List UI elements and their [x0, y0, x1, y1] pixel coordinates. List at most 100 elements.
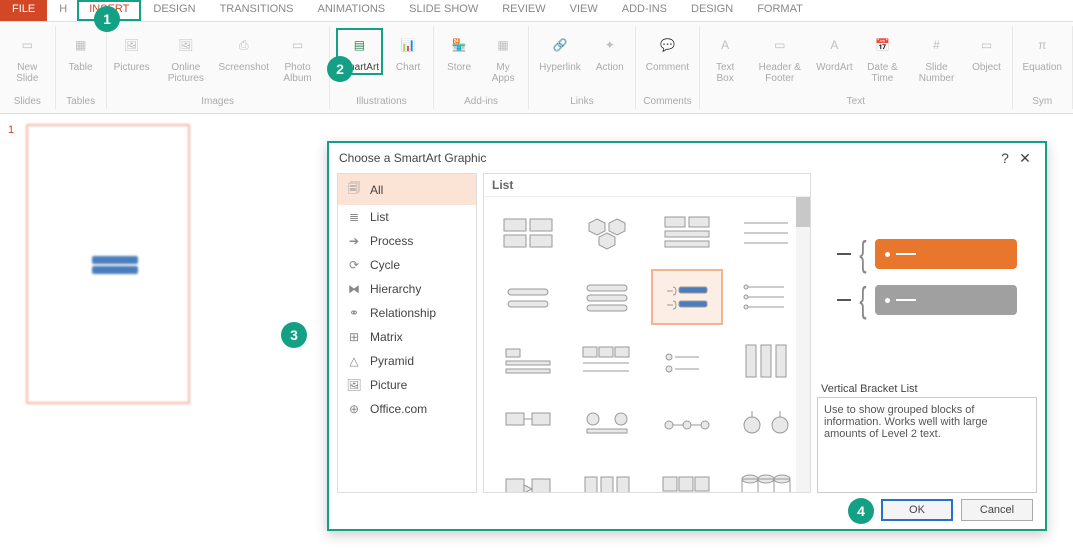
office-icon: ⊕ [346, 402, 362, 416]
process-icon: ➔ [346, 234, 362, 248]
photo-album-button[interactable]: ▭Photo Album [273, 28, 323, 86]
ok-button[interactable]: OK [881, 499, 953, 521]
screenshot-button[interactable]: ⎙Screenshot [221, 28, 267, 75]
smartart-icon: ▤ [344, 30, 374, 60]
pictures-button[interactable]: 🖼Pictures [113, 28, 151, 75]
tab-view[interactable]: VIEW [558, 0, 610, 21]
gallery-item[interactable] [731, 397, 803, 453]
category-relationship[interactable]: ⚭Relationship [338, 301, 476, 325]
callout-2: 2 [327, 56, 353, 82]
gallery-item-selected[interactable] [651, 269, 723, 325]
new-slide-button[interactable]: ▭New Slide [6, 28, 49, 86]
help-button[interactable]: ? [995, 150, 1015, 166]
myapps-button[interactable]: ▦My Apps [484, 28, 522, 86]
tab-format[interactable]: FORMAT [745, 0, 815, 21]
store-icon: 🏪 [444, 30, 474, 60]
gallery-item[interactable] [731, 333, 803, 389]
scrollbar-thumb[interactable] [796, 197, 810, 227]
preview-panel: { { Vertical Bracket List Use to show gr… [817, 173, 1037, 493]
table-button[interactable]: ▦Table [62, 28, 100, 75]
smartart-dialog: Choose a SmartArt Graphic ? ✕ 🗐All ≣List… [327, 141, 1047, 531]
hierarchy-icon: ⧓ [346, 282, 362, 296]
category-pyramid[interactable]: △Pyramid [338, 349, 476, 373]
preview-brace: { [859, 282, 866, 318]
gallery-item[interactable] [651, 205, 723, 261]
tab-home[interactable]: H [47, 0, 77, 21]
tab-design-tools[interactable]: DESIGN [679, 0, 745, 21]
hyperlink-button[interactable]: 🔗Hyperlink [535, 28, 585, 75]
preview-dash [837, 253, 851, 255]
slide-thumbnail-1[interactable] [26, 124, 190, 404]
tab-file[interactable]: FILE [0, 0, 47, 21]
category-picture[interactable]: 🖼Picture [338, 373, 476, 397]
gallery-item[interactable] [492, 269, 564, 325]
equation-button[interactable]: πEquation [1019, 28, 1066, 75]
gallery-item[interactable] [731, 461, 803, 492]
chart-button[interactable]: 📊Chart [389, 28, 427, 75]
gallery-item[interactable] [572, 269, 644, 325]
tab-animations[interactable]: ANIMATIONS [306, 0, 398, 21]
gallery-item[interactable] [731, 269, 803, 325]
slidenumber-button[interactable]: #Slide Number [912, 28, 962, 86]
tab-review[interactable]: REVIEW [490, 0, 557, 21]
preview-description: Use to show grouped blocks of informatio… [817, 397, 1037, 493]
gallery-item[interactable] [572, 333, 644, 389]
gallery-item[interactable] [731, 205, 803, 261]
link-icon: 🔗 [545, 30, 575, 60]
wordart-button[interactable]: AWordArt [815, 28, 853, 75]
relationship-icon: ⚭ [346, 306, 362, 320]
matrix-icon: ⊞ [346, 330, 362, 344]
callout-3: 3 [281, 322, 307, 348]
gallery-item[interactable] [651, 397, 723, 453]
callout-1: 1 [94, 6, 120, 32]
gallery-item[interactable] [492, 397, 564, 453]
object-button[interactable]: ▭Object [968, 28, 1006, 75]
gallery-item[interactable] [572, 397, 644, 453]
store-button[interactable]: 🏪Store [440, 28, 478, 75]
gallery-item[interactable] [492, 333, 564, 389]
preview-title: Vertical Bracket List [817, 381, 1037, 397]
category-cycle[interactable]: ⟳Cycle [338, 253, 476, 277]
gallery-item[interactable] [651, 333, 723, 389]
cancel-button[interactable]: Cancel [961, 499, 1033, 521]
table-icon: ▦ [66, 30, 96, 60]
category-hierarchy[interactable]: ⧓Hierarchy [338, 277, 476, 301]
screenshot-icon: ⎙ [229, 30, 259, 60]
header-footer-button[interactable]: ▭Header & Footer [750, 28, 809, 86]
preview-image: { { [817, 173, 1037, 381]
dialog-buttons: OK Cancel [329, 493, 1045, 527]
list-icon: ≣ [346, 210, 362, 224]
gallery-header: List [484, 174, 810, 197]
ribbon-tabs: FILE H INSERT DESIGN TRANSITIONS ANIMATI… [0, 0, 1073, 22]
gallery-item[interactable] [651, 461, 723, 492]
object-icon: ▭ [972, 30, 1002, 60]
datetime-button[interactable]: 📅Date & Time [859, 28, 905, 86]
comment-button[interactable]: 💬Comment [642, 28, 693, 75]
thumb-content [92, 256, 138, 264]
wordart-icon: A [819, 30, 849, 60]
close-button[interactable]: ✕ [1015, 150, 1035, 167]
gallery-item[interactable] [572, 205, 644, 261]
tab-slideshow[interactable]: SLIDE SHOW [397, 0, 490, 21]
gallery-item[interactable] [572, 461, 644, 492]
category-matrix[interactable]: ⊞Matrix [338, 325, 476, 349]
online-pictures-button[interactable]: 🖼Online Pictures [157, 28, 215, 86]
tab-design[interactable]: DESIGN [141, 0, 207, 21]
cycle-icon: ⟳ [346, 258, 362, 272]
action-button[interactable]: ✦Action [591, 28, 629, 75]
preview-dash [837, 299, 851, 301]
tab-addins[interactable]: ADD-INS [610, 0, 679, 21]
category-office[interactable]: ⊕Office.com [338, 397, 476, 421]
tab-transitions[interactable]: TRANSITIONS [208, 0, 306, 21]
category-process[interactable]: ➔Process [338, 229, 476, 253]
category-all[interactable]: 🗐All [338, 174, 476, 205]
category-list[interactable]: ≣List [338, 205, 476, 229]
textbox-icon: A [710, 30, 740, 60]
preview-brace: { [859, 236, 866, 272]
gallery-item[interactable] [492, 205, 564, 261]
textbox-button[interactable]: AText Box [706, 28, 744, 86]
gallery-scrollbar[interactable] [796, 197, 810, 492]
new-slide-icon: ▭ [12, 30, 42, 60]
gallery-item[interactable] [492, 461, 564, 492]
dialog-titlebar: Choose a SmartArt Graphic ? ✕ [329, 143, 1045, 173]
